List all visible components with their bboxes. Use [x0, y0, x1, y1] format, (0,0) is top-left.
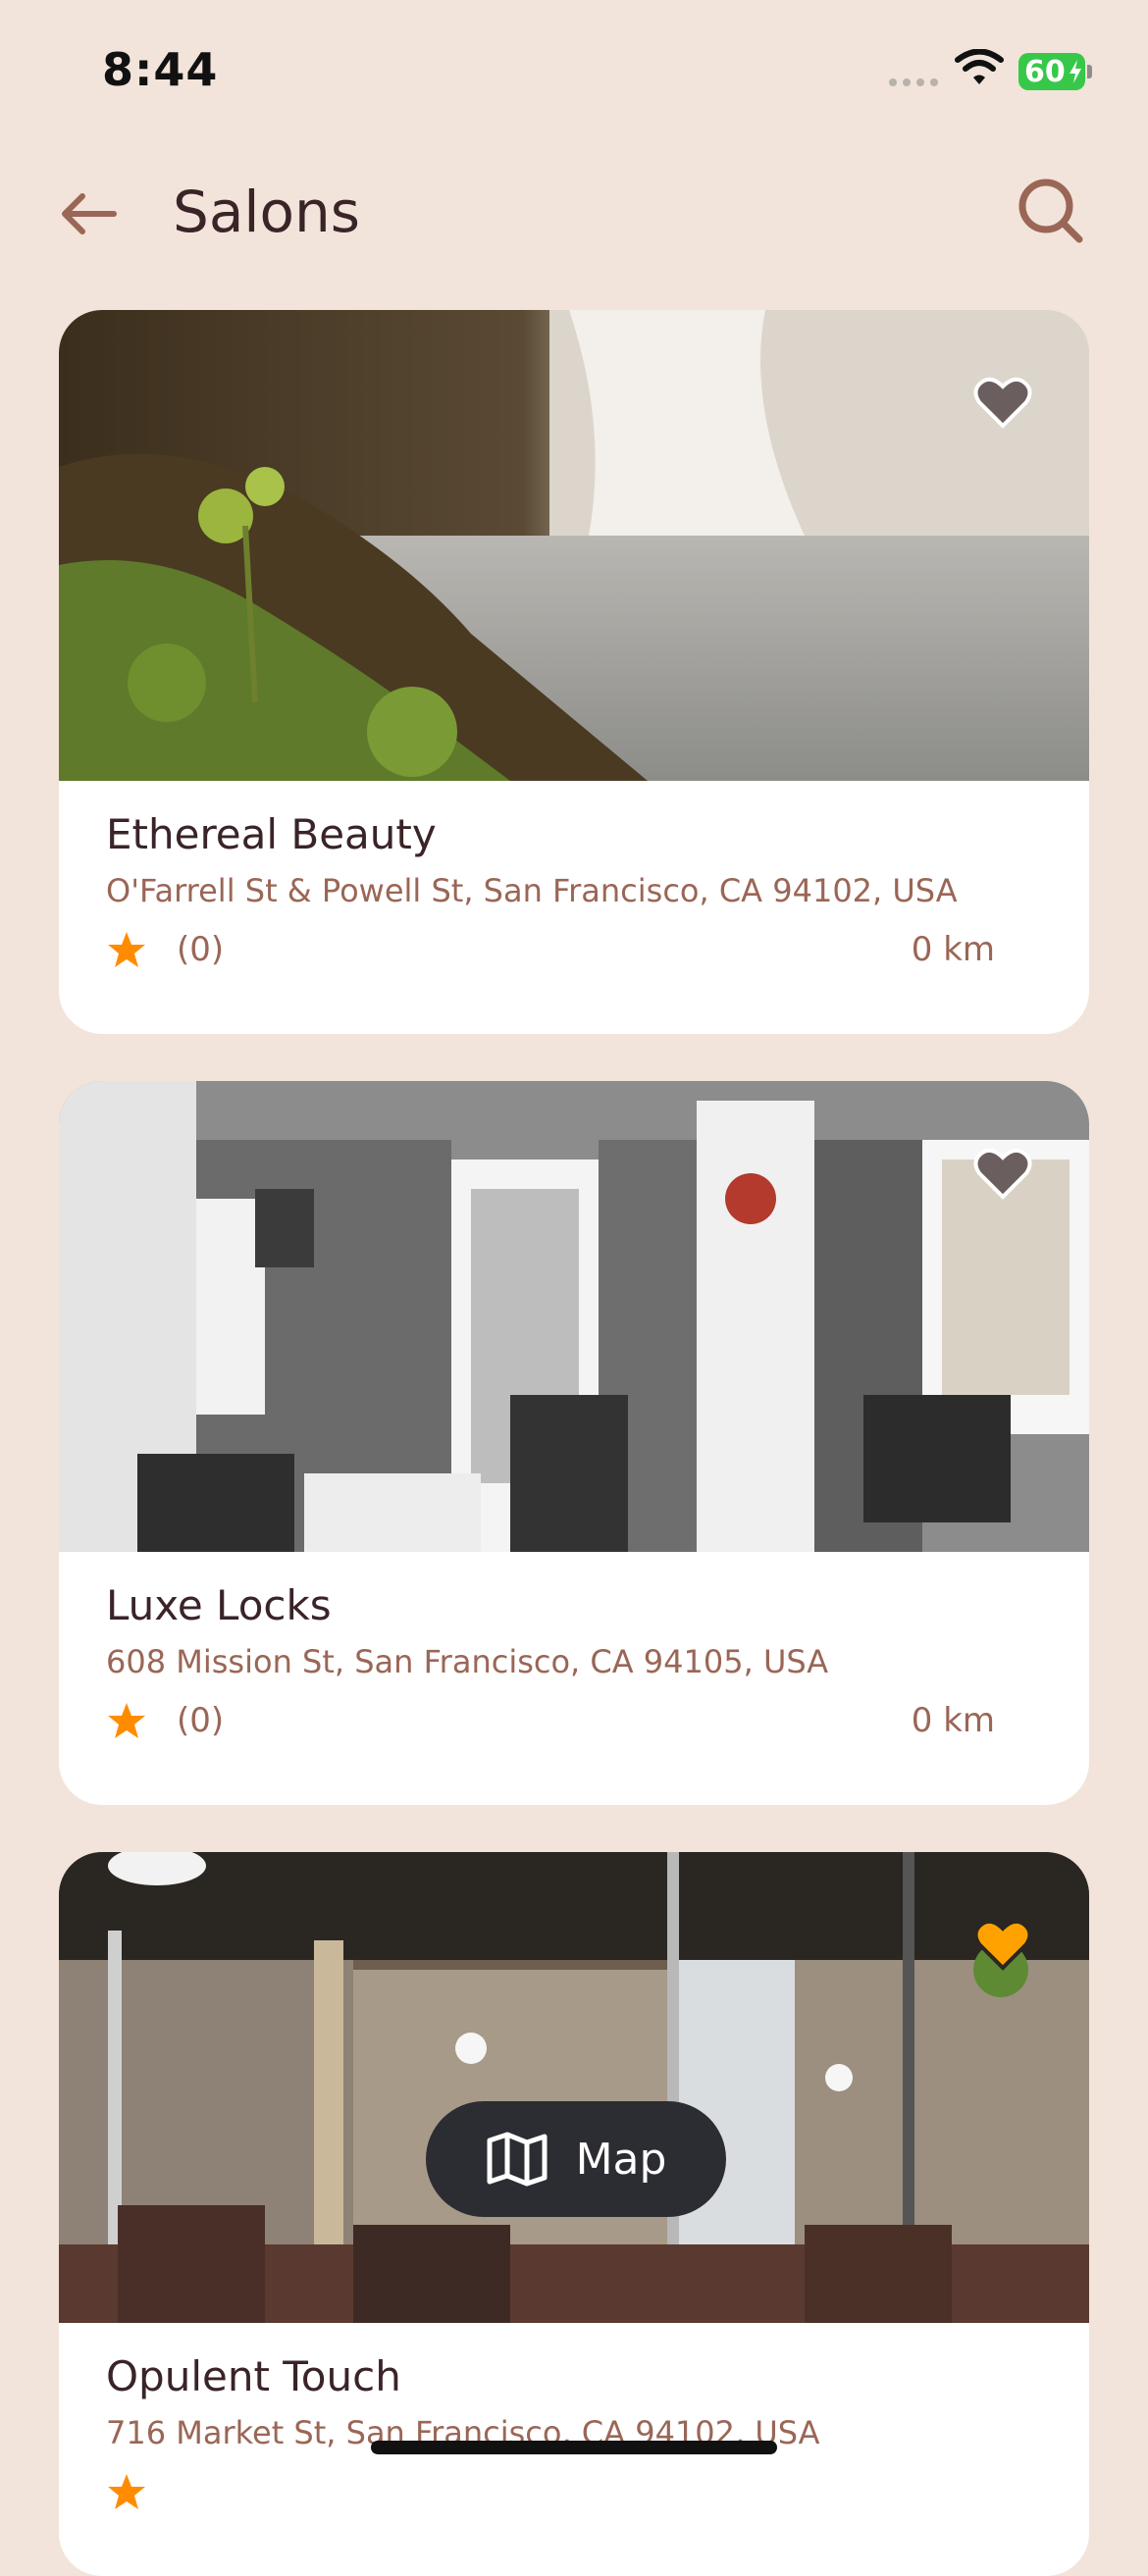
salon-card[interactable]: Luxe Locks 608 Mission St, San Francisco…	[59, 1081, 1089, 1805]
arrow-left-icon	[62, 193, 117, 234]
map-button-label: Map	[575, 2134, 667, 2185]
search-icon	[1018, 179, 1083, 243]
salon-address: O'Farrell St & Powell St, San Francisco,…	[106, 872, 958, 909]
favorite-button[interactable]	[973, 375, 1032, 430]
favorite-button[interactable]	[973, 1146, 1032, 1201]
salon-image	[59, 1852, 1089, 2323]
heart-icon	[973, 377, 1032, 429]
heart-icon	[973, 1148, 1032, 1200]
map-button[interactable]: Map	[426, 2101, 726, 2217]
battery-icon: 60	[1018, 53, 1085, 90]
rating-count: (0)	[177, 1701, 225, 1740]
status-time: 8:44	[102, 43, 219, 96]
salon-image	[59, 1081, 1089, 1552]
distance: 0 km	[911, 930, 995, 969]
salon-image	[59, 310, 1089, 781]
rating-row	[106, 2472, 995, 2511]
rating-row: (0) 0 km	[106, 930, 995, 969]
star-icon	[108, 2474, 145, 2509]
favorite-button[interactable]	[973, 1917, 1032, 1972]
salon-name: Luxe Locks	[106, 1581, 332, 1629]
rating-count: (0)	[177, 930, 225, 969]
search-button[interactable]	[1017, 177, 1095, 255]
star-icon	[108, 932, 145, 967]
battery-level: 60	[1024, 54, 1066, 89]
map-icon	[487, 2132, 548, 2187]
rating-row: (0) 0 km	[106, 1701, 995, 1740]
star-icon	[108, 1703, 145, 1738]
salon-address: 608 Mission St, San Francisco, CA 94105,…	[106, 1643, 829, 1680]
home-indicator	[371, 2441, 777, 2454]
cellular-signal-icon	[889, 78, 938, 86]
battery-cap	[1087, 65, 1092, 78]
salon-name: Opulent Touch	[106, 2352, 401, 2400]
page-title: Salons	[173, 179, 360, 245]
wifi-icon	[954, 48, 1005, 92]
salon-name: Ethereal Beauty	[106, 810, 437, 858]
back-button[interactable]	[59, 186, 128, 241]
salon-card[interactable]: Ethereal Beauty O'Farrell St & Powell St…	[59, 310, 1089, 1034]
heart-icon	[973, 1919, 1032, 1971]
distance: 0 km	[911, 1701, 995, 1740]
